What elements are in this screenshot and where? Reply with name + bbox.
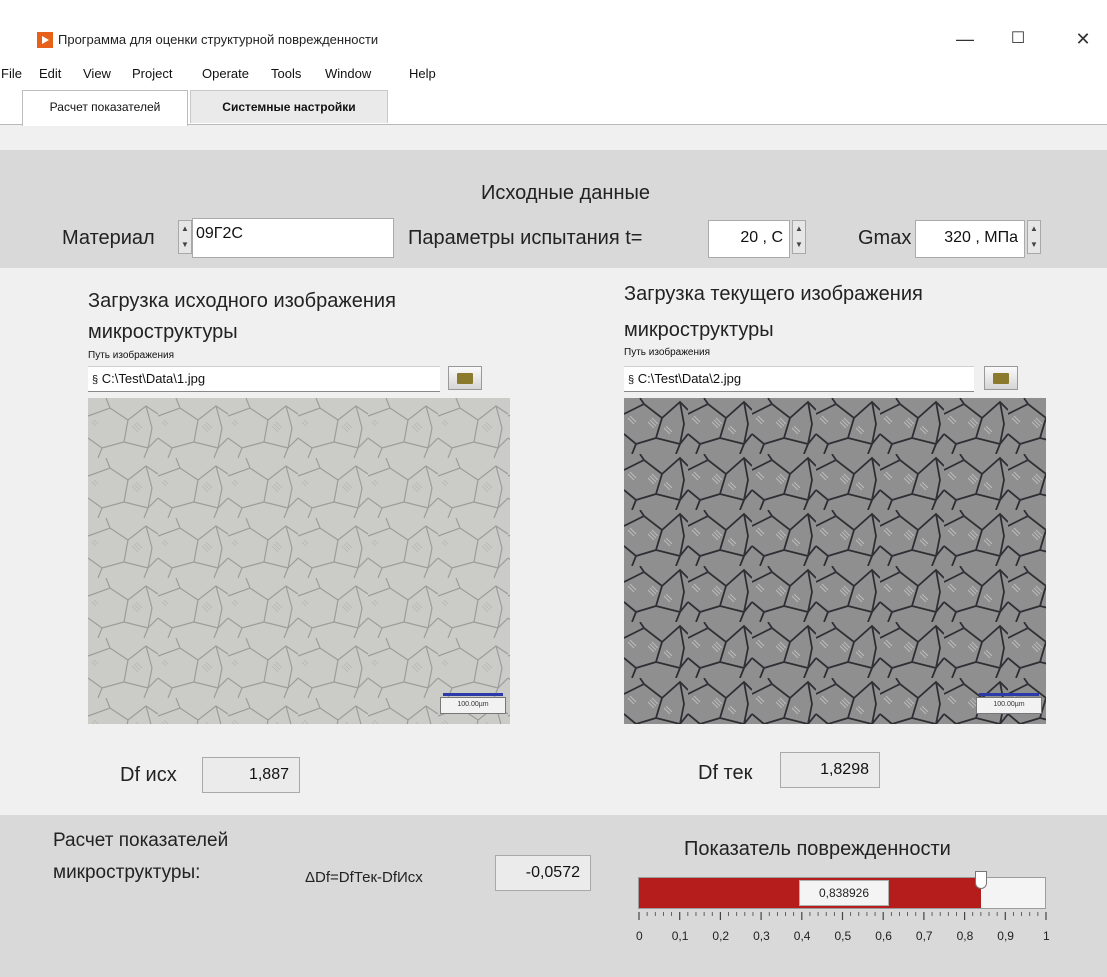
labview-run-icon	[37, 32, 53, 48]
df-source-label: Df исх	[120, 764, 177, 786]
spin-down-icon[interactable]: ▼	[1028, 237, 1040, 253]
path-icon: §	[628, 374, 635, 386]
scale-tick-label: 0,4	[793, 929, 811, 943]
current-micrograph: 100.00µm	[624, 398, 1046, 724]
spin-up-icon[interactable]: ▲	[179, 221, 191, 237]
results-label-line2: микроструктуры:	[53, 862, 201, 883]
minimize-button[interactable]: —	[942, 22, 988, 56]
damage-index-readout: 0,838926	[799, 880, 889, 906]
gmax-field[interactable]: 320 , МПа	[915, 220, 1025, 258]
menu-help[interactable]: Help	[409, 66, 436, 81]
delta-df-value: -0,0572	[495, 855, 591, 891]
source-path-value: C:\Test\Data\1.jpg	[101, 371, 206, 386]
gmax-spinner[interactable]: ▲ ▼	[1027, 220, 1041, 254]
gmax-label: Gmax	[858, 227, 912, 249]
df-source-value: 1,887	[202, 757, 300, 793]
window-title: Программа для оценки структурной поврежд…	[58, 32, 379, 47]
menu-view[interactable]: View	[83, 66, 111, 81]
current-path-label: Путь изображения	[624, 347, 711, 358]
folder-open-icon[interactable]	[448, 366, 482, 390]
delta-df-formula: ΔDf=DfТек-DfИсх	[305, 869, 423, 886]
tab-calculation[interactable]: Расчет показателей	[22, 90, 188, 126]
material-label: Материал	[62, 227, 155, 249]
current-image-title-line2: микроструктуры	[624, 319, 774, 341]
scale-tick-label: 0,9	[997, 929, 1014, 943]
maximize-button[interactable]: ☐	[995, 22, 1041, 56]
scale-tick-label: 0,3	[753, 929, 770, 943]
scale-tick-label: 1	[1043, 929, 1050, 943]
damage-scale-ticks	[638, 912, 1047, 920]
menu-file[interactable]: File	[1, 66, 22, 81]
material-spinner[interactable]: ▲ ▼	[178, 220, 192, 254]
menu-project[interactable]: Project	[132, 66, 172, 81]
scale-tick-label: 0,6	[875, 929, 892, 943]
source-image-title-line2: микроструктуры	[88, 321, 238, 343]
material-field[interactable]: 09Г2С	[192, 218, 394, 258]
source-path-label: Путь изображения	[88, 350, 175, 361]
df-current-value: 1,8298	[780, 752, 880, 788]
scale-tick-label: 0,8	[956, 929, 974, 943]
spin-down-icon[interactable]: ▼	[793, 237, 805, 253]
scale-tick-label: 0,2	[712, 929, 730, 943]
folder-open-icon[interactable]	[984, 366, 1018, 390]
source-path-field[interactable]: § C:\Test\Data\1.jpg	[88, 366, 440, 392]
scale-tick-label: 0,5	[834, 929, 852, 943]
scale-tick-label: 0,1	[671, 929, 689, 943]
current-scale-bar: 100.00µm	[976, 693, 1042, 714]
path-icon: §	[92, 374, 99, 386]
input-data-title: Исходные данные	[481, 182, 650, 204]
current-path-field[interactable]: § C:\Test\Data\2.jpg	[624, 366, 974, 392]
current-path-value: C:\Test\Data\2.jpg	[637, 371, 742, 386]
damage-index-bar: 0,838926	[638, 871, 1046, 909]
test-params-label: Параметры испытания t=	[408, 227, 643, 249]
menu-edit[interactable]: Edit	[39, 66, 61, 81]
source-image-title-line1: Загрузка исходного изображения	[88, 290, 396, 312]
close-button[interactable]: ✕	[1060, 22, 1106, 56]
df-current-label: Df тек	[698, 762, 753, 784]
damage-index-thumb[interactable]	[975, 871, 988, 889]
tab-system-settings[interactable]: Системные настройки	[190, 90, 388, 123]
results-label-line1: Расчет показателей	[53, 830, 229, 851]
menu-tools[interactable]: Tools	[271, 66, 301, 81]
spin-up-icon[interactable]: ▲	[1028, 221, 1040, 237]
menu-operate[interactable]: Operate	[202, 66, 249, 81]
damage-title: Показатель поврежденности	[684, 838, 951, 860]
scale-tick-label: 0	[636, 929, 643, 943]
spin-up-icon[interactable]: ▲	[793, 221, 805, 237]
title-bar	[0, 0, 1107, 62]
spin-down-icon[interactable]: ▼	[179, 237, 191, 253]
scale-tick-label: 0,7	[915, 929, 933, 943]
current-image-title-line1: Загрузка текущего изображения	[624, 283, 923, 305]
menu-window[interactable]: Window	[325, 66, 371, 81]
temperature-field[interactable]: 20 , C	[708, 220, 790, 258]
source-micrograph: 100.00µm	[88, 398, 510, 724]
source-scale-bar: 100.00µm	[440, 693, 506, 714]
temperature-spinner[interactable]: ▲ ▼	[792, 220, 806, 254]
